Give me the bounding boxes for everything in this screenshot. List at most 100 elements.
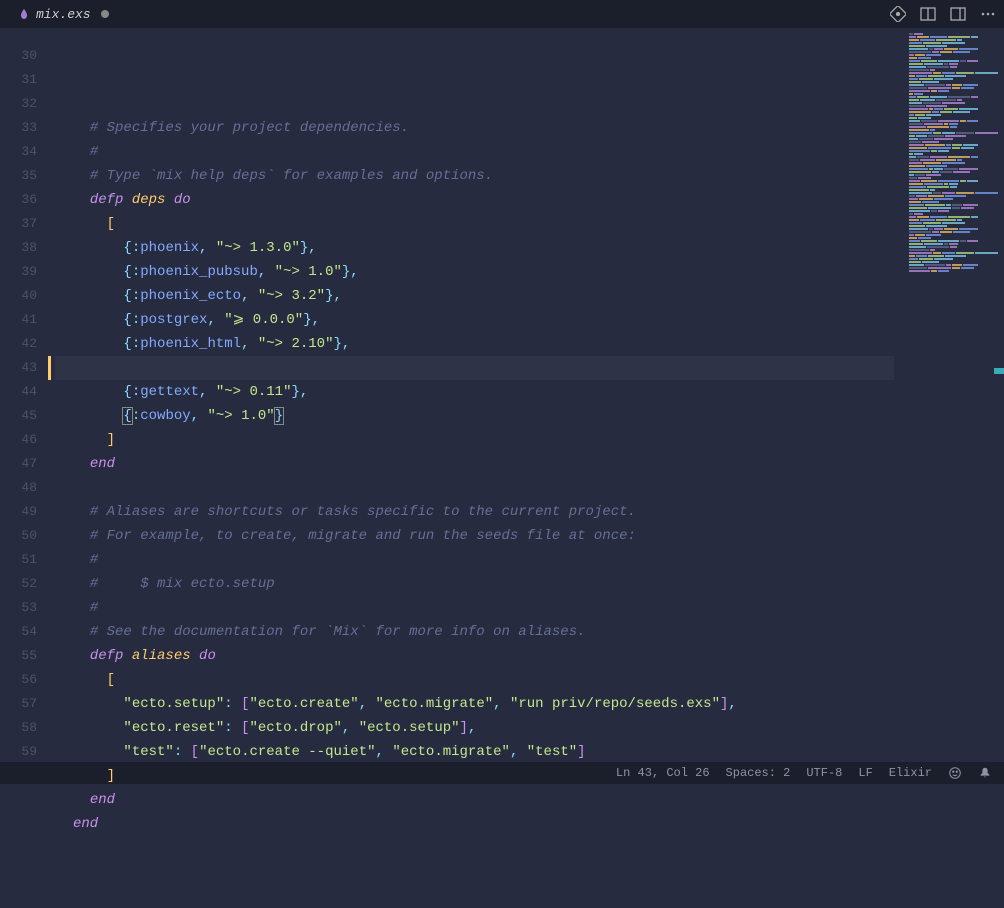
minimap-line — [909, 204, 999, 206]
minimap-line — [909, 84, 999, 86]
minimap-line — [909, 150, 999, 152]
code-line: # — [55, 596, 1004, 620]
line-number: 42 — [0, 332, 37, 356]
code-line: [ — [55, 212, 1004, 236]
minimap-line — [909, 222, 999, 224]
current-line-highlight — [55, 356, 894, 380]
tab-bar: mix.exs — [8, 0, 119, 28]
minimap-line — [909, 180, 999, 182]
minimap-line — [909, 123, 999, 125]
minimap-line — [909, 105, 999, 107]
code-line: # Type `mix help deps` for examples and … — [55, 164, 1004, 188]
minimap-line — [909, 66, 999, 68]
code-line: end — [55, 788, 1004, 812]
minimap-line — [909, 252, 999, 254]
minimap-line — [909, 216, 999, 218]
line-number: 56 — [0, 668, 37, 692]
minimap-line — [909, 207, 999, 209]
code-line: # $ mix ecto.setup — [55, 572, 1004, 596]
minimap-line — [909, 243, 999, 245]
line-number: 41 — [0, 308, 37, 332]
line-number: 39 — [0, 260, 37, 284]
line-number: 53 — [0, 596, 37, 620]
line-number: 37 — [0, 212, 37, 236]
minimap-line — [909, 162, 999, 164]
minimap-line — [909, 153, 999, 155]
minimap-line — [909, 201, 999, 203]
code-line: "ecto.reset": ["ecto.drop", "ecto.setup"… — [55, 716, 1004, 740]
minimap-line — [909, 174, 999, 176]
minimap-line — [909, 45, 999, 47]
line-number: 46 — [0, 428, 37, 452]
code-editor[interactable]: # Specifies your project dependencies. #… — [55, 28, 1004, 762]
minimap-line — [909, 120, 999, 122]
minimap-line — [909, 78, 999, 80]
line-number: 55 — [0, 644, 37, 668]
minimap-line — [909, 36, 999, 38]
minimap-line — [909, 198, 999, 200]
code-line: # For example, to create, migrate and ru… — [55, 524, 1004, 548]
code-line: [ — [55, 668, 1004, 692]
code-line: # See the documentation for `Mix` for mo… — [55, 620, 1004, 644]
minimap-line — [909, 108, 999, 110]
minimap-line — [909, 144, 999, 146]
layout-icon[interactable] — [950, 6, 966, 22]
minimap-line — [909, 192, 999, 194]
minimap[interactable] — [904, 28, 1004, 762]
line-number-gutter: 3031323334353637383940414243444546474849… — [0, 28, 55, 762]
code-line: "ecto.setup": ["ecto.create", "ecto.migr… — [55, 692, 1004, 716]
minimap-line — [909, 81, 999, 83]
minimap-line — [909, 42, 999, 44]
editor-area: 3031323334353637383940414243444546474849… — [0, 28, 1004, 762]
minimap-line — [909, 186, 999, 188]
code-line: ] — [55, 764, 1004, 788]
minimap-line — [909, 111, 999, 113]
line-number: 52 — [0, 572, 37, 596]
title-bar: mix.exs — [0, 0, 1004, 28]
minimap-line — [909, 48, 999, 50]
minimap-line — [909, 183, 999, 185]
minimap-line — [909, 177, 999, 179]
minimap-line — [909, 240, 999, 242]
minimap-line — [909, 132, 999, 134]
split-editor-icon[interactable] — [920, 6, 936, 22]
tab-mix-exs[interactable]: mix.exs — [8, 0, 119, 28]
minimap-line — [909, 96, 999, 98]
elixir-file-icon — [18, 8, 30, 20]
title-actions — [890, 6, 996, 22]
line-number: 54 — [0, 620, 37, 644]
code-line: # Specifies your project dependencies. — [55, 116, 1004, 140]
minimap-line — [909, 147, 999, 149]
line-number: 51 — [0, 548, 37, 572]
code-line — [55, 92, 1004, 116]
code-line: {:phoenix, "~> 1.3.0"}, — [55, 236, 1004, 260]
minimap-line — [909, 93, 999, 95]
code-line: defp aliases do — [55, 644, 1004, 668]
line-number: 36 — [0, 188, 37, 212]
line-number: 31 — [0, 68, 37, 92]
line-number: 57 — [0, 692, 37, 716]
more-actions-icon[interactable] — [980, 6, 996, 22]
minimap-line — [909, 60, 999, 62]
code-line: {:phoenix_html, "~> 2.10"}, — [55, 332, 1004, 356]
minimap-line — [909, 135, 999, 137]
line-number: 33 — [0, 116, 37, 140]
minimap-line — [909, 99, 999, 101]
minimap-line — [909, 225, 999, 227]
minimap-line — [909, 267, 999, 269]
code-line: {:gettext, "~> 0.11"}, — [55, 380, 1004, 404]
line-number: 49 — [0, 500, 37, 524]
minimap-line — [909, 171, 999, 173]
minimap-line — [909, 51, 999, 53]
minimap-line — [909, 102, 999, 104]
minimap-line — [909, 72, 999, 74]
minimap-line — [909, 33, 999, 35]
line-number: 38 — [0, 236, 37, 260]
minimap-line — [909, 156, 999, 158]
code-line: # — [55, 140, 1004, 164]
minimap-line — [909, 237, 999, 239]
source-control-icon[interactable] — [890, 6, 906, 22]
code-line: end — [55, 452, 1004, 476]
minimap-line — [909, 75, 999, 77]
line-number: 47 — [0, 452, 37, 476]
